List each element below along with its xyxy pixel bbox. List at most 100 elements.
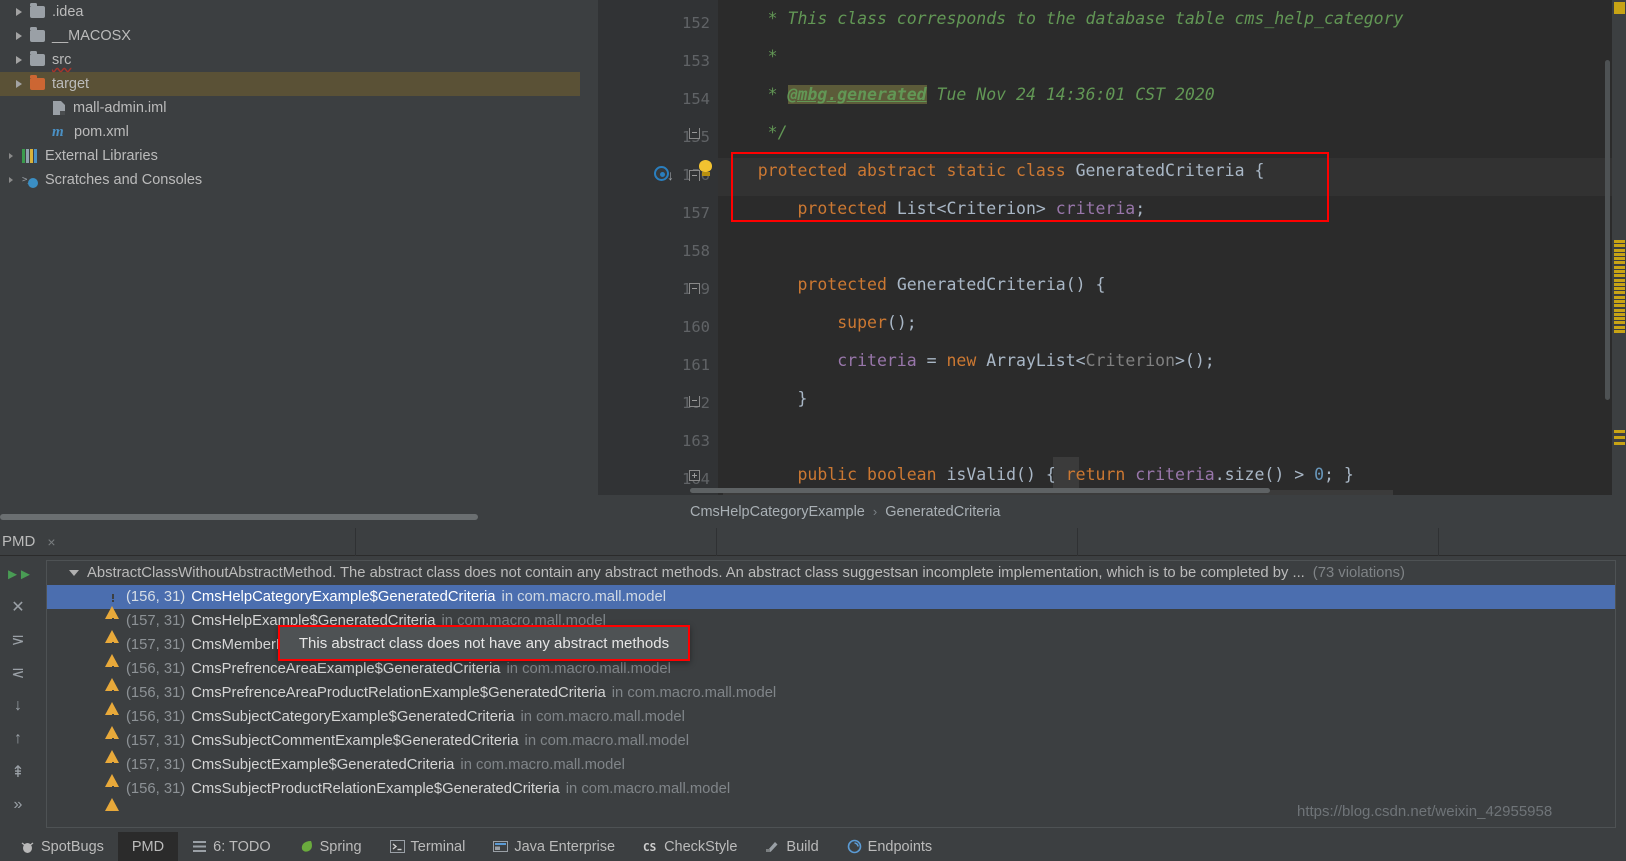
close-icon[interactable]: ✕ bbox=[7, 597, 29, 617]
expand-arrow-icon[interactable] bbox=[0, 177, 22, 183]
collapse-icon[interactable]: ⋝ bbox=[7, 630, 29, 650]
warning-marker[interactable] bbox=[1614, 296, 1625, 299]
code-line: super(); bbox=[718, 304, 917, 342]
tab-pmd[interactable]: PMD × bbox=[0, 528, 70, 556]
tree-item-mall-admin-iml[interactable]: mall-admin.iml bbox=[0, 96, 580, 120]
warning-marker[interactable] bbox=[1614, 442, 1625, 445]
statusbar-item-checkstyle[interactable]: CS CheckStyle bbox=[629, 832, 751, 861]
tree-item-pom-xml[interactable]: m pom.xml bbox=[0, 120, 580, 144]
violation-row[interactable]: (156, 31) CmsPrefrenceAreaProductRelation… bbox=[47, 681, 1615, 715]
warning-marker[interactable] bbox=[1614, 309, 1625, 312]
breadcrumb[interactable]: CmsHelpCategoryExample › GeneratedCriter… bbox=[580, 495, 1626, 528]
violation-location: (157, 31) bbox=[126, 613, 186, 629]
editor-vertical-scrollbar[interactable] bbox=[1605, 60, 1610, 400]
warning-marker[interactable] bbox=[1614, 283, 1625, 286]
warning-marker[interactable] bbox=[1614, 240, 1625, 243]
warning-marker[interactable] bbox=[1614, 266, 1625, 269]
fold-marker-start[interactable] bbox=[689, 283, 700, 294]
tab-divider bbox=[1077, 528, 1078, 556]
code-token: () { bbox=[1065, 275, 1106, 294]
statusbar-item-pmd[interactable]: PMD bbox=[117, 832, 179, 861]
error-marker-strip[interactable] bbox=[1612, 0, 1626, 495]
expand-all-icon[interactable]: ►► bbox=[5, 564, 33, 584]
violation-group-row[interactable]: AbstractClassWithoutAbstractMethod. The … bbox=[47, 561, 1615, 585]
warning-marker[interactable] bbox=[1614, 244, 1625, 247]
warning-marker[interactable] bbox=[1614, 287, 1625, 290]
expand-arrow-icon[interactable] bbox=[8, 80, 30, 88]
export-icon[interactable]: ⇞ bbox=[7, 762, 29, 782]
warning-marker[interactable] bbox=[1614, 11, 1625, 14]
tree-item-macosx[interactable]: __MACOSX bbox=[0, 24, 580, 48]
warning-marker[interactable] bbox=[1614, 326, 1625, 329]
statusbar-item-label: CheckStyle bbox=[664, 838, 738, 855]
statusbar-item-java-enterprise[interactable]: Java Enterprise bbox=[479, 832, 629, 861]
warning-marker[interactable] bbox=[1614, 257, 1625, 260]
warning-marker[interactable] bbox=[1614, 270, 1625, 273]
statusbar-item-spotbugs[interactable]: SpotBugs bbox=[6, 832, 118, 861]
tree-item-external-libraries[interactable]: External Libraries bbox=[0, 144, 580, 168]
warning-marker[interactable] bbox=[1614, 253, 1625, 256]
warning-marker[interactable] bbox=[1614, 317, 1625, 320]
breadcrumb-item-class[interactable]: CmsHelpCategoryExample bbox=[690, 504, 865, 520]
editor-gutter[interactable]: 152153154155156157158159160161162163164 … bbox=[598, 0, 718, 495]
expand-arrow-icon[interactable] bbox=[8, 56, 30, 64]
warning-marker[interactable] bbox=[1614, 436, 1625, 439]
warning-marker[interactable] bbox=[1614, 313, 1625, 316]
warning-marker[interactable] bbox=[1614, 321, 1625, 324]
statusbar-item-terminal[interactable]: Terminal bbox=[376, 832, 480, 861]
code-text-area[interactable]: * This class corresponds to the database… bbox=[718, 0, 1626, 495]
breadcrumb-item-inner-class[interactable]: GeneratedCriteria bbox=[885, 504, 1000, 520]
expand-arrow-icon[interactable] bbox=[8, 32, 30, 40]
statusbar-item-label: PMD bbox=[131, 838, 165, 855]
warning-marker[interactable] bbox=[1614, 249, 1625, 252]
statusbar-item-endpoints[interactable]: Endpoints bbox=[833, 832, 947, 861]
warning-icon bbox=[105, 614, 120, 643]
tree-item-scratches-and-consoles[interactable]: >_ Scratches and Consoles bbox=[0, 168, 580, 192]
warning-marker[interactable] bbox=[1614, 304, 1625, 307]
statusbar-item-spring[interactable]: Spring bbox=[285, 832, 376, 861]
expand-arrow-icon[interactable] bbox=[0, 153, 22, 159]
warning-marker[interactable] bbox=[1614, 430, 1625, 433]
intention-bulb-icon[interactable] bbox=[699, 160, 712, 177]
tree-item-idea[interactable]: .idea bbox=[0, 0, 580, 24]
violation-row[interactable]: (156, 31) CmsSubjectCategoryExample$Gener… bbox=[47, 705, 1615, 739]
violation-class-name: CmsSubjectExample$GeneratedCriteria bbox=[191, 757, 455, 773]
tree-item-label: __MACOSX bbox=[52, 28, 131, 44]
next-occurrence-icon[interactable]: ↓ bbox=[7, 696, 29, 716]
statusbar-item-build[interactable]: Build bbox=[751, 832, 832, 861]
expand-icon[interactable]: ⋜ bbox=[7, 663, 29, 683]
fold-marker-end[interactable] bbox=[689, 396, 700, 407]
tree-item-src[interactable]: src bbox=[0, 48, 580, 72]
chevron-down-icon[interactable] bbox=[69, 570, 79, 576]
code-editor[interactable]: 152153154155156157158159160161162163164 … bbox=[580, 0, 1626, 495]
statusbar-item-6-todo[interactable]: 6: TODO bbox=[178, 832, 284, 861]
warning-icon bbox=[105, 686, 120, 715]
warning-marker[interactable] bbox=[1614, 261, 1625, 264]
more-icon[interactable]: » bbox=[7, 795, 29, 815]
project-tree-hscrollbar[interactable] bbox=[0, 514, 478, 520]
violation-row[interactable]: (156, 31) CmsSubjectProductRelationExampl… bbox=[47, 777, 1615, 811]
warning-marker[interactable] bbox=[1614, 330, 1625, 333]
violation-row[interactable]: (156, 31) CmsHelpCategoryExample$Generate… bbox=[47, 585, 1615, 619]
code-token: ArrayList< bbox=[986, 351, 1086, 370]
warning-marker[interactable] bbox=[1614, 279, 1625, 282]
expand-arrow-icon[interactable] bbox=[8, 8, 30, 16]
close-icon[interactable]: × bbox=[47, 534, 55, 550]
tree-item-target[interactable]: target bbox=[0, 72, 580, 96]
violation-row[interactable]: (157, 31) CmsSubjectExample$GeneratedCrit… bbox=[47, 753, 1615, 787]
fold-marker-collapsed[interactable] bbox=[689, 470, 700, 481]
warning-marker[interactable] bbox=[1614, 291, 1625, 294]
warning-marker[interactable] bbox=[1614, 274, 1625, 277]
fold-marker-end[interactable] bbox=[689, 128, 700, 139]
warning-marker[interactable] bbox=[1614, 300, 1625, 303]
warning-icon bbox=[105, 590, 120, 619]
chevron-right-icon bbox=[16, 56, 22, 64]
editor-horizontal-scrollbar[interactable] bbox=[690, 488, 1270, 493]
violation-location: (156, 31) bbox=[126, 709, 186, 725]
violation-row[interactable]: (157, 31) CmsSubjectCommentExample$Genera… bbox=[47, 729, 1615, 763]
previous-occurrence-icon[interactable]: ↑ bbox=[7, 729, 29, 749]
tree-item-label: .idea bbox=[52, 4, 84, 20]
overridden-method-icon[interactable]: ↓ bbox=[654, 166, 674, 183]
statusbar-item-label: Java Enterprise bbox=[514, 838, 616, 855]
pmd-violations-list[interactable]: AbstractClassWithoutAbstractMethod. The … bbox=[46, 560, 1616, 828]
